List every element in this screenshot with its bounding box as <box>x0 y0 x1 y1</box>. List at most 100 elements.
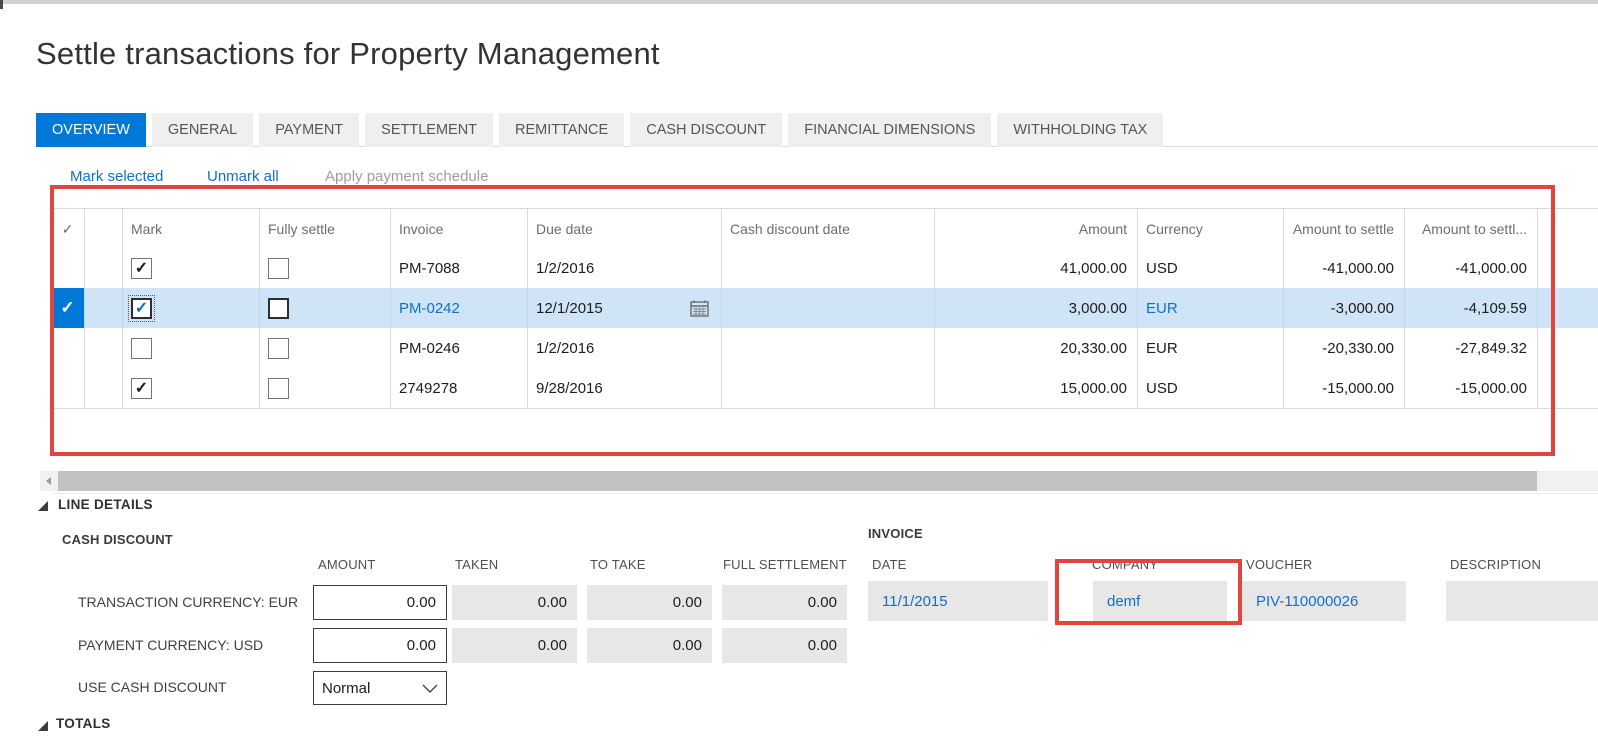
mark-checkbox[interactable] <box>131 338 152 359</box>
invoice-date-field[interactable]: 11/1/2015 <box>868 581 1048 621</box>
grid-header-amount[interactable]: Amount <box>935 209 1138 249</box>
payment-amount-input[interactable]: 0.00 <box>313 628 447 663</box>
calendar-icon[interactable] <box>690 300 709 321</box>
select-all-check-icon[interactable]: ✓ <box>51 209 85 249</box>
invoice-group-label: INVOICE <box>868 526 923 541</box>
row-select-cell[interactable] <box>51 368 85 408</box>
fully-settle-cell <box>260 288 391 328</box>
invoice-company-field[interactable]: demf <box>1093 581 1227 621</box>
invoice-company-value[interactable]: demf <box>1107 593 1140 610</box>
grid-header-currency[interactable]: Currency <box>1138 209 1284 249</box>
tab-withholding-tax[interactable]: WITHHOLDING TAX <box>997 113 1163 147</box>
row-indicator-cell <box>85 248 123 288</box>
cash-discount-date-cell[interactable] <box>722 248 935 288</box>
scroll-left-arrow-icon[interactable] <box>46 477 51 485</box>
mark-cell <box>123 288 260 328</box>
amount-to-settle-2-cell: -41,000.00 <box>1405 248 1538 288</box>
table-row[interactable]: PM-0246 1/2/2016 20,330.00 EUR -20,330.0… <box>51 328 1598 369</box>
cash-discount-date-cell[interactable] <box>722 328 935 368</box>
invoice-cell[interactable]: PM-0246 <box>391 328 528 368</box>
invoice-cell[interactable]: 2749278 <box>391 368 528 408</box>
due-date-cell[interactable]: 1/2/2016 <box>528 248 722 288</box>
cash-discount-group-label: CASH DISCOUNT <box>62 532 173 547</box>
full-settlement-column-label: FULL SETTLEMENT <box>723 557 847 572</box>
cash-discount-date-cell[interactable] <box>722 288 935 328</box>
collapse-triangle-icon[interactable] <box>38 721 48 731</box>
row-select-cell[interactable] <box>51 328 85 368</box>
currency-cell[interactable]: EUR <box>1138 328 1284 368</box>
transaction-full-settlement-field: 0.00 <box>722 585 847 620</box>
amount-to-settle-cell: -41,000.00 <box>1284 248 1405 288</box>
mark-checkbox[interactable] <box>131 378 152 399</box>
fully-settle-checkbox[interactable] <box>268 298 289 319</box>
row-select-cell[interactable] <box>51 248 85 288</box>
mark-checkbox[interactable] <box>131 298 152 319</box>
grid-header-due-date[interactable]: Due date <box>528 209 722 249</box>
table-row[interactable]: 2749278 9/28/2016 15,000.00 USD -15,000.… <box>51 368 1598 409</box>
tab-payment[interactable]: PAYMENT <box>259 113 359 147</box>
fully-settle-checkbox[interactable] <box>268 378 289 399</box>
row-selected-check-icon[interactable] <box>51 288 85 328</box>
table-row[interactable]: PM-7088 1/2/2016 41,000.00 USD -41,000.0… <box>51 248 1598 289</box>
amount-to-settle-cell: -20,330.00 <box>1284 328 1405 368</box>
due-date-cell[interactable]: 12/1/2015 <box>528 288 722 328</box>
to-take-column-label: TO TAKE <box>590 557 646 572</box>
payment-to-take-field: 0.00 <box>587 628 712 663</box>
cash-discount-date-cell[interactable] <box>722 368 935 408</box>
collapse-triangle-icon[interactable] <box>38 501 48 511</box>
grid-header-invoice[interactable]: Invoice <box>391 209 528 249</box>
mark-cell <box>123 328 260 368</box>
tab-financial-dimensions[interactable]: FINANCIAL DIMENSIONS <box>788 113 991 147</box>
filler-cell <box>1538 328 1598 368</box>
amount-column-label: AMOUNT <box>318 557 376 572</box>
tab-remittance[interactable]: REMITTANCE <box>499 113 624 147</box>
transaction-taken-field: 0.00 <box>452 585 577 620</box>
description-field-label: DESCRIPTION <box>1450 557 1541 572</box>
invoice-voucher-field[interactable]: PIV-110000026 <box>1242 581 1406 621</box>
invoice-link[interactable]: PM-0242 <box>391 288 528 328</box>
grid-header-amount-to-settle[interactable]: Amount to settle <box>1284 209 1405 249</box>
voucher-field-label: VOUCHER <box>1246 557 1312 572</box>
line-details-header[interactable]: LINE DETAILS <box>58 497 153 512</box>
transaction-amount-input[interactable]: 0.00 <box>313 585 447 620</box>
mark-selected-link[interactable]: Mark selected <box>70 168 163 190</box>
grid-header-cash-discount-date[interactable]: Cash discount date <box>722 209 935 249</box>
currency-link[interactable]: EUR <box>1138 288 1284 328</box>
grid-header-amount-to-settle-2[interactable]: Amount to settl... <box>1405 209 1538 249</box>
chevron-down-icon <box>422 680 438 697</box>
row-indicator-cell <box>85 328 123 368</box>
page-title: Settle transactions for Property Managem… <box>36 36 660 72</box>
currency-cell[interactable]: USD <box>1138 368 1284 408</box>
due-date-value: 12/1/2015 <box>536 300 603 317</box>
currency-cell[interactable]: USD <box>1138 248 1284 288</box>
table-row-selected[interactable]: PM-0242 12/1/2015 3,000.00 EUR -3,000.00… <box>51 288 1598 329</box>
tab-settlement[interactable]: SETTLEMENT <box>365 113 493 147</box>
grid-header-filler <box>1538 209 1598 249</box>
tab-general[interactable]: GENERAL <box>152 113 253 147</box>
mark-cell <box>123 368 260 408</box>
invoice-cell[interactable]: PM-7088 <box>391 248 528 288</box>
fully-settle-cell <box>260 248 391 288</box>
grid-header-fully-settle[interactable]: Fully settle <box>260 209 391 249</box>
row-indicator-cell <box>85 288 123 328</box>
invoice-date-value[interactable]: 11/1/2015 <box>882 593 948 610</box>
payment-currency-label: PAYMENT CURRENCY: USD <box>78 637 263 653</box>
fully-settle-checkbox[interactable] <box>268 258 289 279</box>
due-date-cell[interactable]: 1/2/2016 <box>528 328 722 368</box>
invoice-description-field <box>1446 581 1598 621</box>
tab-cash-discount[interactable]: CASH DISCOUNT <box>630 113 782 147</box>
date-field-label: DATE <box>872 557 907 572</box>
amount-to-settle-cell: -3,000.00 <box>1284 288 1405 328</box>
invoice-voucher-value[interactable]: PIV-110000026 <box>1256 593 1358 610</box>
filler-cell <box>1538 368 1598 408</box>
grid-header-mark[interactable]: Mark <box>123 209 260 249</box>
fully-settle-checkbox[interactable] <box>268 338 289 359</box>
mark-checkbox[interactable] <box>131 258 152 279</box>
unmark-all-link[interactable]: Unmark all <box>207 168 279 190</box>
tab-overview[interactable]: OVERVIEW <box>36 113 146 147</box>
horizontal-scrollbar-thumb[interactable] <box>58 471 1537 491</box>
amount-to-settle-cell: -15,000.00 <box>1284 368 1405 408</box>
totals-header[interactable]: TOTALS <box>56 716 111 731</box>
due-date-cell[interactable]: 9/28/2016 <box>528 368 722 408</box>
use-cash-discount-select[interactable]: Normal <box>313 671 447 705</box>
